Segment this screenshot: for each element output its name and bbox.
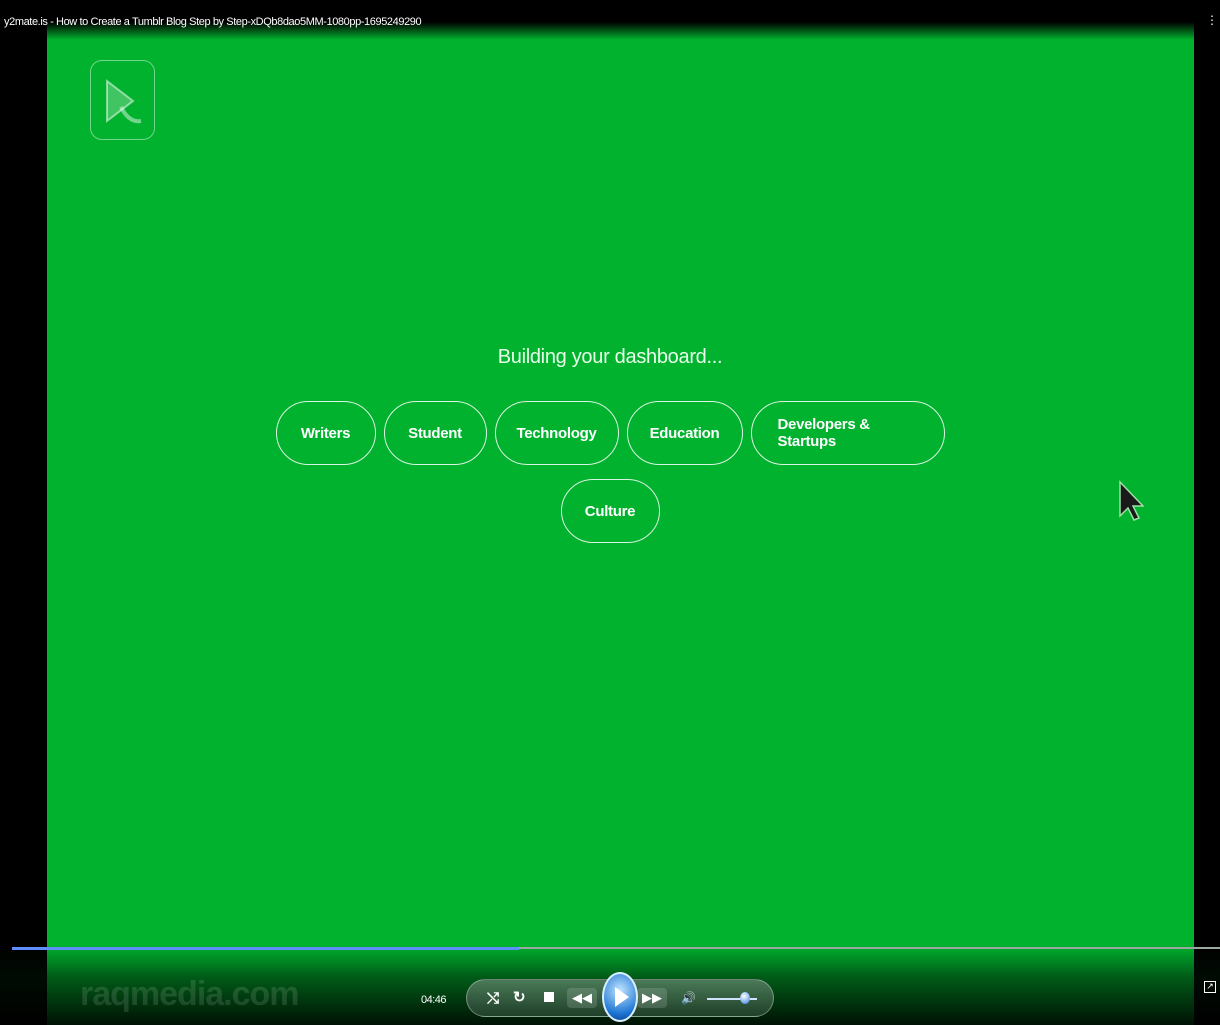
shuffle-icon[interactable]: ⤭ bbox=[487, 991, 499, 1006]
rewind-icon[interactable]: ◀◀ bbox=[567, 988, 597, 1008]
more-options-icon[interactable]: ⋮ bbox=[1206, 14, 1218, 26]
seek-bar[interactable] bbox=[12, 947, 1220, 950]
title-bar: y2mate.is - How to Create a Tumblr Blog … bbox=[0, 0, 1220, 40]
fullscreen-icon[interactable]: ↗ bbox=[1204, 981, 1216, 993]
chip-student[interactable]: Student bbox=[383, 401, 487, 465]
player-controls: raqmedia.com 04:46 ⤭ ↻ ◀◀ ▶▶ 🔊 ↗ bbox=[0, 945, 1220, 1025]
topic-chips-row-2: Culture bbox=[0, 479, 1220, 543]
stop-icon[interactable] bbox=[544, 992, 554, 1002]
app-logo bbox=[90, 60, 155, 140]
volume-icon[interactable]: 🔊 bbox=[681, 991, 696, 1005]
mouse-cursor-icon bbox=[1119, 480, 1144, 521]
transport-controls: ⤭ ↻ ◀◀ ▶▶ 🔊 bbox=[466, 972, 774, 1022]
chip-culture[interactable]: Culture bbox=[560, 479, 660, 543]
logo-mark-icon bbox=[106, 78, 142, 124]
chip-developers-startups[interactable]: Developers & Startups bbox=[750, 401, 945, 465]
fast-forward-icon[interactable]: ▶▶ bbox=[637, 988, 667, 1008]
volume-slider-knob[interactable] bbox=[739, 992, 750, 1004]
seek-bar-fill bbox=[12, 947, 520, 950]
loading-heading: Building your dashboard... bbox=[497, 346, 723, 368]
chip-education[interactable]: Education bbox=[626, 401, 743, 465]
current-time: 04:46 bbox=[421, 994, 447, 1006]
watermark: raqmedia.com bbox=[80, 975, 300, 1013]
chip-writers[interactable]: Writers bbox=[275, 401, 376, 465]
topic-chips-row: Writers Student Technology Education Dev… bbox=[0, 401, 1220, 465]
play-icon[interactable] bbox=[602, 972, 638, 1022]
repeat-icon[interactable]: ↻ bbox=[513, 990, 526, 1005]
volume-slider[interactable] bbox=[707, 998, 757, 1000]
chip-technology[interactable]: Technology bbox=[494, 401, 619, 465]
window-title: y2mate.is - How to Create a Tumblr Blog … bbox=[4, 16, 422, 28]
